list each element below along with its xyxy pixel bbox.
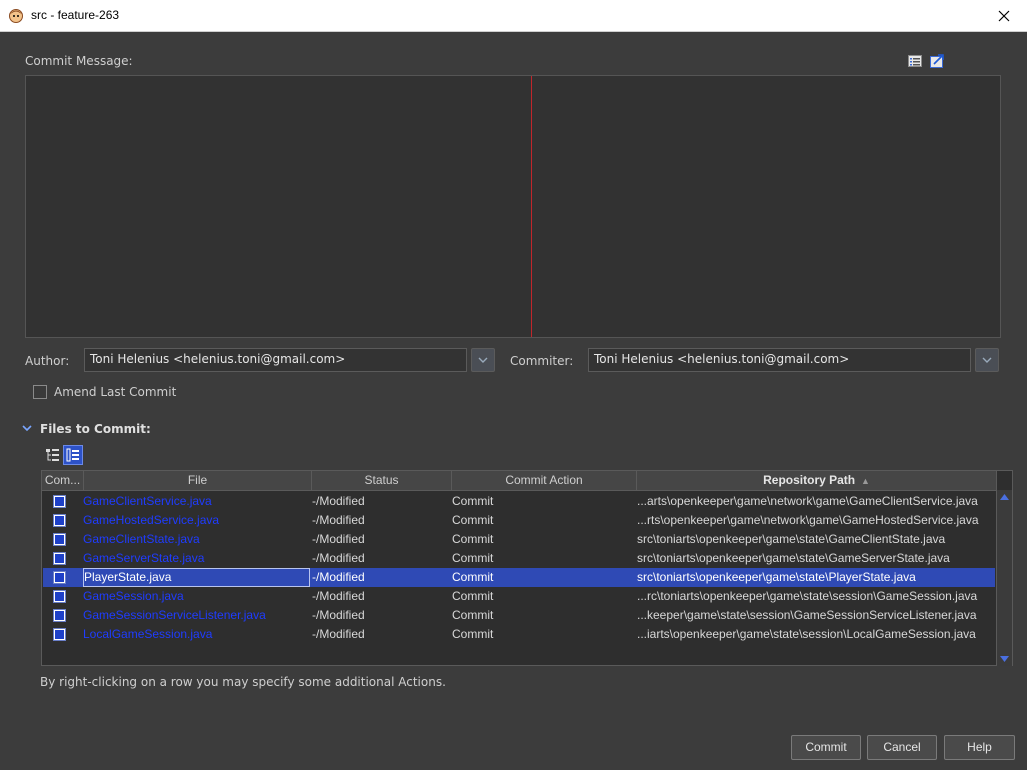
title-bar: src - feature-263 [0,0,1027,32]
commit-message-label: Commit Message: [25,54,133,68]
hint-text: By right-clicking on a row you may speci… [40,675,446,689]
close-icon [998,10,1010,21]
repository-path-header-label: Repository Path [763,473,856,487]
amend-checkbox[interactable] [33,385,47,399]
commit-checkbox[interactable] [53,552,66,565]
cell-file[interactable]: LocalGameSession.java [83,625,309,644]
table-header: Com... File Status Commit Action Reposit… [42,471,997,491]
cell-path: ...iarts\openkeeper\game\state\session\L… [637,627,976,641]
commit-checkbox[interactable] [53,609,66,622]
cell-status: -/Modified [312,532,365,546]
table-row[interactable]: GameServerState.java -/Modified Commit src\… [43,549,995,568]
cancel-button[interactable]: Cancel [867,735,937,760]
cell-path: src\toniarts\openkeeper\game\state\Playe… [637,570,916,584]
column-header-commit[interactable]: Com... [42,471,84,490]
cell-file[interactable]: GameSessionServiceListener.java [83,606,309,625]
table-row[interactable]: LocalGameSession.java -/Modified Commit...… [43,625,995,644]
commit-checkbox[interactable] [53,571,66,584]
cell-status: -/Modified [312,608,365,622]
close-button[interactable] [981,0,1027,31]
table-row[interactable]: PlayerState.java -/Modified Commit src\toni… [43,568,995,587]
commit-message-input[interactable] [25,75,1001,338]
table-row[interactable]: GameHostedService.java -/Modified Commit..… [43,511,995,530]
cell-action: Commit [452,551,494,565]
right-margin-line [531,76,532,337]
commit-checkbox[interactable] [53,495,66,508]
recent-messages-icon[interactable] [907,53,923,69]
commit-checkbox[interactable] [53,533,66,546]
cell-file[interactable]: GameClientService.java [83,492,309,511]
cell-status: -/Modified [312,513,365,527]
amend-label: Amend Last Commit [54,385,177,399]
app-icon [9,9,23,23]
collapse-chevron-icon[interactable] [21,422,33,434]
column-header-repository-path[interactable]: Repository Path ▲ [637,471,997,490]
sort-ascending-icon: ▲ [858,476,870,486]
cell-action: Commit [452,627,494,641]
window-title: src - feature-263 [31,8,120,22]
files-to-commit-label: Files to Commit: [40,422,151,436]
commit-checkbox[interactable] [53,514,66,527]
commit-button[interactable]: Commit [791,735,861,760]
cell-action: Commit [452,570,494,584]
cell-file[interactable]: GameSession.java [83,587,309,606]
cell-file[interactable]: GameHostedService.java [83,511,309,530]
cell-path: src\toniarts\openkeeper\game\state\GameC… [637,532,946,546]
committer-field[interactable]: Toni Helenius <helenius.toni@gmail.com> [588,348,971,372]
cell-status: -/Modified [312,570,365,584]
column-header-commit-action[interactable]: Commit Action [452,471,637,490]
cell-path: src\toniarts\openkeeper\game\state\GameS… [637,551,950,565]
cell-action: Commit [452,589,494,603]
cell-file[interactable]: PlayerState.java [83,568,310,587]
help-button[interactable]: Help [944,735,1015,760]
cell-file[interactable]: GameServerState.java [83,549,309,568]
cell-path: ...keeper\game\state\session\GameSession… [637,608,977,622]
tree-view-toggle[interactable] [63,445,83,465]
cell-status: -/Modified [312,627,365,641]
cell-action: Commit [452,532,494,546]
flat-view-icon[interactable] [45,447,61,463]
committer-dropdown-button[interactable] [975,348,999,372]
cell-path: ...rc\toniarts\openkeeper\game\state\ses… [637,589,978,603]
cell-status: -/Modified [312,494,365,508]
table-row[interactable]: GameSession.java -/Modified Commit ...rc\to… [43,587,995,606]
table-row[interactable]: GameClientState.java -/Modified Commit src\… [43,530,995,549]
cell-status: -/Modified [312,551,365,565]
cell-path: ...arts\openkeeper\game\network\game\Gam… [637,494,978,508]
scroll-down-icon[interactable] [999,654,1010,664]
cell-status: -/Modified [312,589,365,603]
chevron-down-icon [478,357,488,363]
commit-checkbox[interactable] [53,628,66,641]
cell-action: Commit [452,494,494,508]
chevron-down-icon [982,357,992,363]
tree-view-icon [66,448,79,462]
table-row[interactable]: GameClientService.java -/Modified Commit..… [43,492,995,511]
cell-file[interactable]: GameClientState.java [83,530,309,549]
committer-label: Commiter: [510,354,574,368]
column-header-file[interactable]: File [84,471,312,490]
table-row[interactable]: GameSessionServiceListener.java -/Modifie… [43,606,995,625]
files-table: Com... File Status Commit Action Reposit… [41,470,1013,666]
load-template-icon[interactable] [929,53,945,69]
author-label: Author: [25,354,70,368]
cell-path: ...rts\openkeeper\game\network\game\Game… [637,513,979,527]
commit-checkbox[interactable] [53,590,66,603]
cell-action: Commit [452,513,494,527]
vertical-scrollbar[interactable] [996,490,1012,666]
column-header-status[interactable]: Status [312,471,452,490]
cell-action: Commit [452,608,494,622]
scroll-up-icon[interactable] [999,492,1010,502]
author-dropdown-button[interactable] [471,348,495,372]
author-field[interactable]: Toni Helenius <helenius.toni@gmail.com> [84,348,467,372]
